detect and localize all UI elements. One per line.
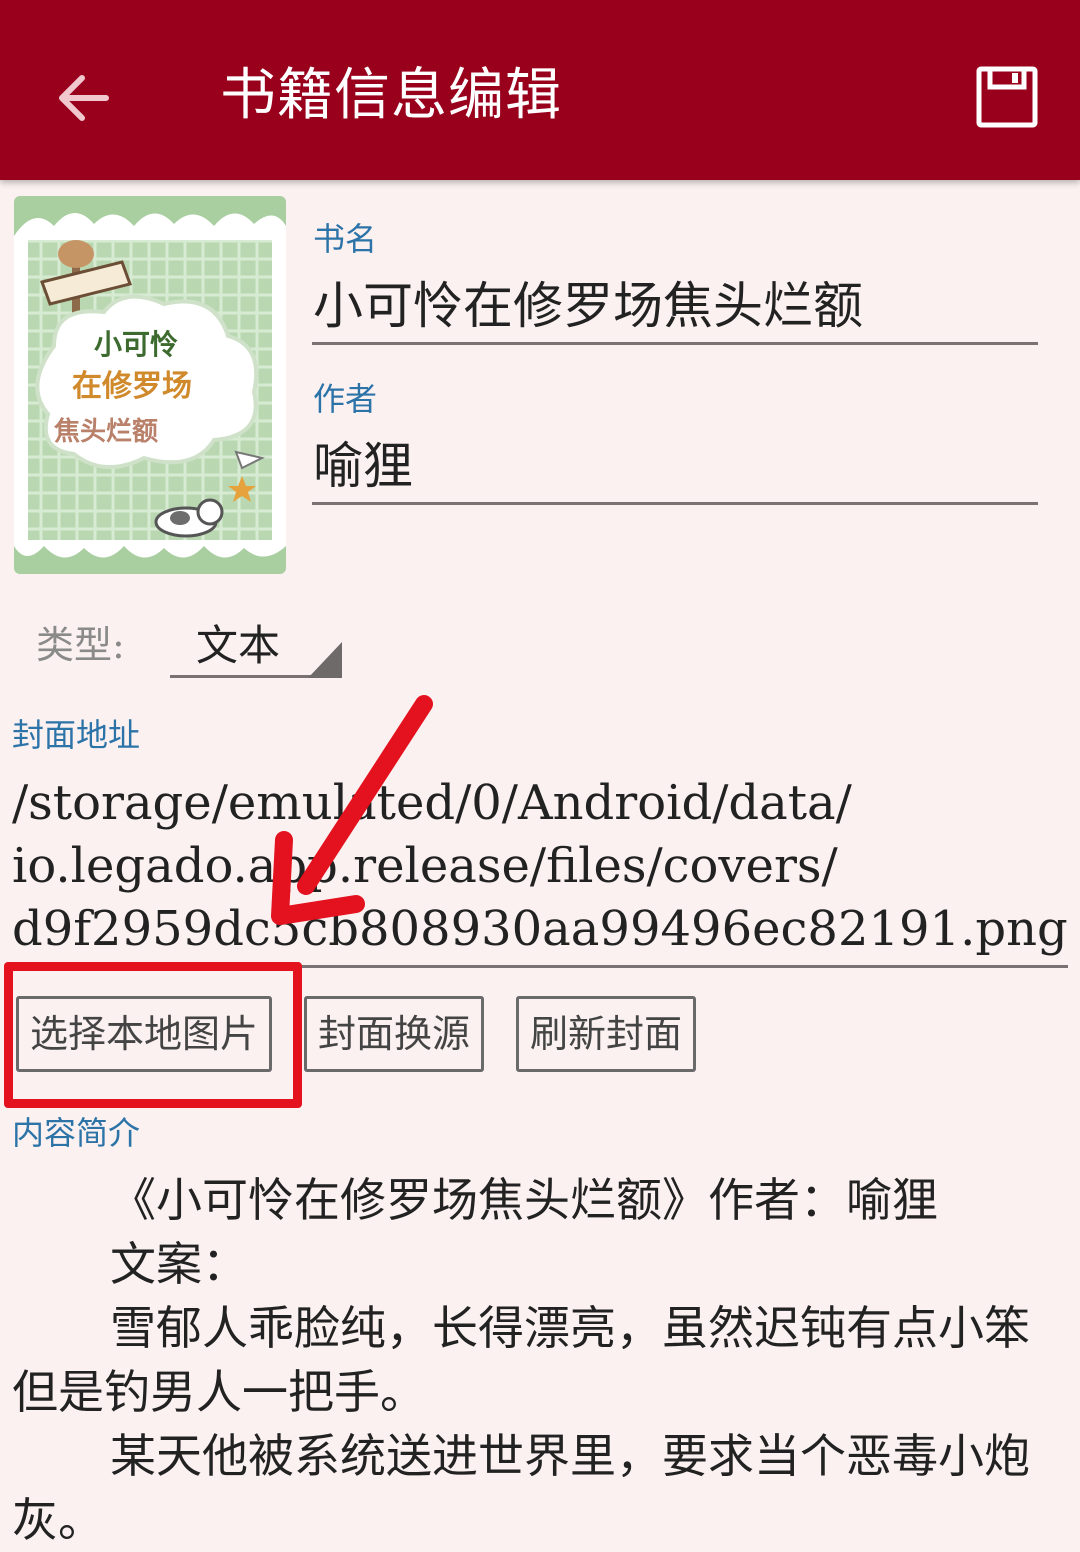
- author-input[interactable]: 喻狸: [313, 436, 413, 496]
- save-button[interactable]: [974, 64, 1042, 132]
- book-name-label: 书名: [313, 220, 378, 258]
- intro-text[interactable]: 《小可怜在修罗场焦头烂额》作者：喻狸 文案： 雪郁人乖脸纯，长得漂亮，虽然迟钝有…: [12, 1168, 1062, 1552]
- cover-title-line-2: 在修罗场: [72, 369, 192, 404]
- book-cover-image[interactable]: 小可怜 在修罗场 焦头烂额: [14, 196, 286, 574]
- cover-url-input[interactable]: /storage/emulated/0/Android/data/ io.leg…: [12, 772, 1072, 961]
- type-label: 类型:: [36, 623, 125, 667]
- arrow-left-icon: [59, 75, 109, 121]
- author-underline: [312, 502, 1038, 505]
- back-button[interactable]: [52, 66, 116, 130]
- cover-title-line-1: 小可怜: [94, 328, 178, 361]
- intro-paragraph: 文案：: [110, 1237, 248, 1291]
- refresh-cover-button[interactable]: 刷新封面: [516, 996, 696, 1072]
- dropdown-corner-icon: [308, 642, 342, 678]
- cover-title-line-3: 焦头烂额: [54, 416, 158, 447]
- book-name-input[interactable]: 小可怜在修罗场焦头烂额: [313, 276, 863, 336]
- save-icon: [976, 66, 1038, 128]
- change-cover-source-button[interactable]: 封面换源: [304, 996, 484, 1072]
- intro-paragraph: 雪郁人乖脸纯，长得漂亮，虽然迟钝有点小笨但是钓男人一把手。: [12, 1301, 1030, 1419]
- app-bar: 书籍信息编辑: [0, 0, 1080, 180]
- intro-paragraph: 某天他被系统送进世界里，要求当个恶毒小炮灰。: [12, 1429, 1030, 1547]
- intro-label: 内容简介: [12, 1114, 141, 1152]
- author-label: 作者: [313, 380, 378, 418]
- page-title: 书籍信息编辑: [220, 63, 562, 128]
- annotation-arrow-icon: [271, 695, 433, 925]
- annotation-highlight-box: [4, 962, 302, 1108]
- cover-url-label: 封面地址: [12, 716, 141, 754]
- intro-paragraph: 《小可怜在修罗场焦头烂额》作者：喻狸: [110, 1173, 938, 1227]
- type-dropdown[interactable]: 文本: [170, 604, 342, 678]
- cover-art: 小可怜 在修罗场 焦头烂额: [14, 196, 286, 574]
- book-name-underline: [312, 342, 1038, 345]
- type-selected-value: 文本: [196, 621, 281, 670]
